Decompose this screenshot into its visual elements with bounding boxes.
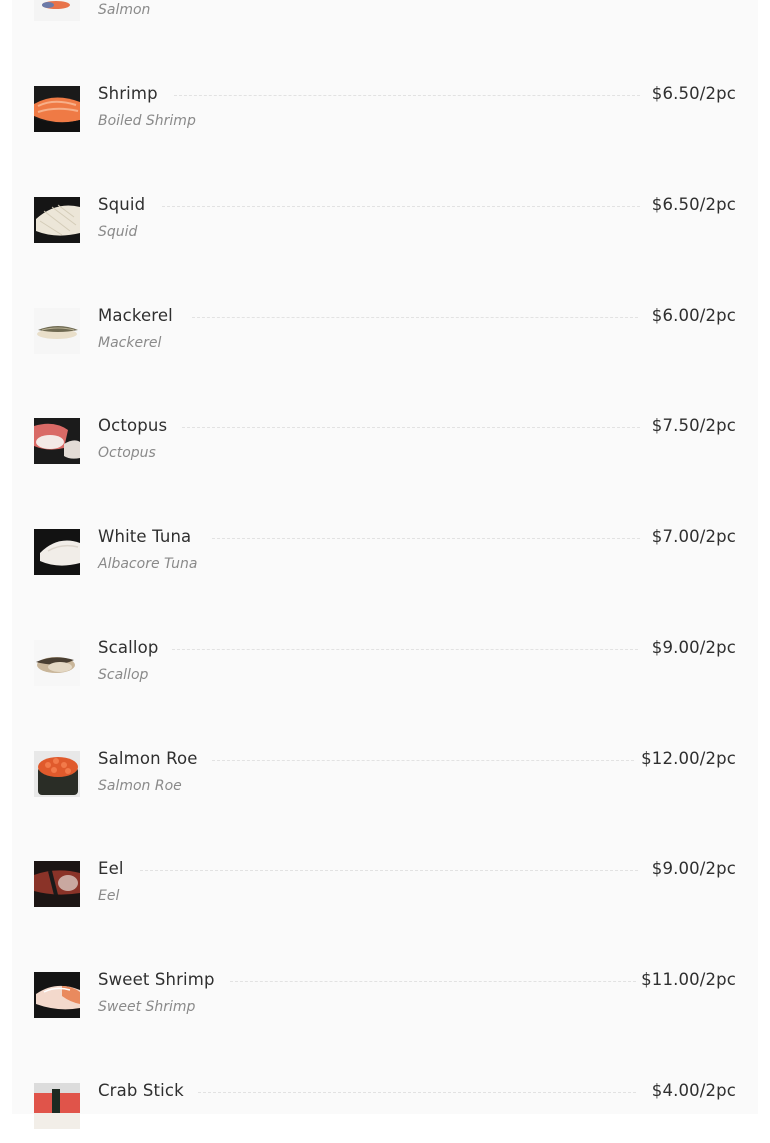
salmon-roe-gunkan-image <box>34 751 80 797</box>
menu-item-squid: Squid $6.50/2pc Squid <box>34 195 736 257</box>
menu-item-description: Salmon <box>98 2 151 18</box>
sushi-menu-list: Salmon Shrimp $6.50/2pc Boiled Shrimp Sq… <box>0 0 770 1129</box>
price-leader-line <box>162 206 640 207</box>
menu-item-name: Eel <box>98 859 124 878</box>
price-leader-line <box>192 317 638 318</box>
menu-item-description: Scallop <box>98 667 149 683</box>
menu-item-shrimp: Shrimp $6.50/2pc Boiled Shrimp <box>34 84 736 146</box>
menu-item-description: Eel <box>98 888 120 904</box>
menu-item-price: $6.50/2pc <box>651 84 736 103</box>
menu-item-description: Mackerel <box>98 335 162 351</box>
white-tuna-nigiri-image <box>34 529 80 575</box>
menu-item-price: $4.00/2pc <box>651 1081 736 1100</box>
menu-item-price: $7.50/2pc <box>651 416 736 435</box>
menu-item-description: Boiled Shrimp <box>98 113 196 129</box>
menu-item-name: Octopus <box>98 416 168 435</box>
price-leader-line <box>182 427 640 428</box>
menu-item-name: Crab Stick <box>98 1081 184 1100</box>
menu-item-sweet-shrimp: Sweet Shrimp $11.00/2pc Sweet Shrimp <box>34 970 736 1032</box>
menu-item-price: $6.00/2pc <box>651 306 736 325</box>
scallop-nigiri-image <box>34 640 80 686</box>
menu-item-salmon: Salmon <box>34 0 736 35</box>
menu-item-name: Scallop <box>98 638 159 657</box>
menu-item-description: Octopus <box>98 445 156 461</box>
sweet-shrimp-nigiri-image <box>34 972 80 1018</box>
menu-item-price: $11.00/2pc <box>641 970 736 989</box>
menu-item-name: Mackerel <box>98 306 173 325</box>
price-leader-line <box>198 1092 636 1093</box>
menu-item-mackerel: Mackerel $6.00/2pc Mackerel <box>34 306 736 368</box>
menu-item-name: Salmon Roe <box>98 749 198 768</box>
menu-item-price: $9.00/2pc <box>651 638 736 657</box>
shrimp-nigiri-image <box>34 86 80 132</box>
menu-item-name: Shrimp <box>98 84 158 103</box>
menu-item-crab-stick: Crab Stick $4.00/2pc <box>34 1081 736 1143</box>
price-leader-line <box>172 649 638 650</box>
price-leader-line <box>230 981 636 982</box>
menu-item-name: Sweet Shrimp <box>98 970 215 989</box>
menu-item-price: $12.00/2pc <box>641 749 736 768</box>
menu-item-name: White Tuna <box>98 527 192 546</box>
menu-item-description: Sweet Shrimp <box>98 999 196 1015</box>
menu-item-description: Salmon Roe <box>98 778 182 794</box>
mackerel-nigiri-image <box>34 308 80 354</box>
eel-nigiri-image <box>34 861 80 907</box>
squid-nigiri-image <box>34 197 80 243</box>
menu-item-scallop: Scallop $9.00/2pc Scallop <box>34 638 736 700</box>
price-leader-line <box>174 95 640 96</box>
price-leader-line <box>212 538 640 539</box>
menu-item-eel: Eel $9.00/2pc Eel <box>34 859 736 921</box>
menu-item-name: Squid <box>98 195 146 214</box>
menu-item-description: Albacore Tuna <box>98 556 198 572</box>
salmon-nigiri-image <box>34 0 80 21</box>
menu-item-price: $9.00/2pc <box>651 859 736 878</box>
menu-item-price: $7.00/2pc <box>651 527 736 546</box>
menu-item-price: $6.50/2pc <box>651 195 736 214</box>
menu-item-white-tuna: White Tuna $7.00/2pc Albacore Tuna <box>34 527 736 589</box>
crab-stick-nigiri-image <box>34 1083 80 1129</box>
octopus-nigiri-image <box>34 418 80 464</box>
menu-item-salmon-roe: Salmon Roe $12.00/2pc Salmon Roe <box>34 749 736 811</box>
price-leader-line <box>140 870 638 871</box>
menu-item-octopus: Octopus $7.50/2pc Octopus <box>34 416 736 478</box>
price-leader-line <box>212 760 634 761</box>
menu-item-description: Squid <box>98 224 138 240</box>
